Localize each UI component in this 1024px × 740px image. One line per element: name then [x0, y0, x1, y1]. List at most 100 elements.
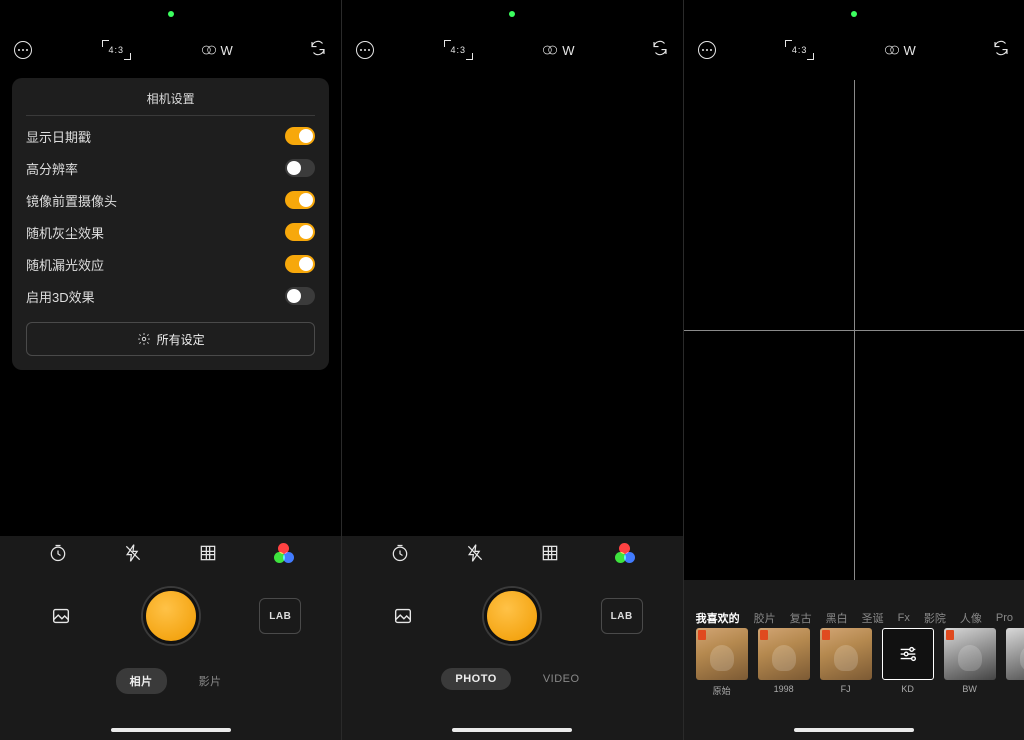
shutter-button[interactable] — [143, 588, 199, 644]
home-indicator-icon[interactable] — [111, 728, 231, 732]
lens-select-button[interactable]: W — [201, 42, 233, 58]
setting-label: 随机漏光效应 — [26, 255, 104, 274]
filter-adjust-icon — [882, 628, 934, 680]
toggle-high-res[interactable] — [285, 159, 315, 177]
secondary-toolbar — [342, 536, 682, 570]
favorite-badge-icon — [698, 630, 706, 640]
lab-button[interactable]: LAB — [601, 598, 643, 634]
setting-row-light-leak: 随机漏光效应 — [26, 248, 315, 280]
filter-thumb-icon — [1006, 628, 1024, 680]
gallery-icon — [50, 605, 72, 627]
mode-switcher[interactable]: PHOTO VIDEO — [441, 668, 583, 690]
toggle-3d[interactable] — [285, 287, 315, 305]
filter-category-tab[interactable]: 黑白 — [826, 610, 848, 626]
aspect-ratio-button[interactable]: 4:3 — [109, 45, 125, 55]
filter-category-tabs[interactable]: 我喜欢的 胶片 复古 黑白 圣诞 Fx 影院 人像 Pro — [684, 608, 1024, 628]
home-indicator-icon[interactable] — [794, 728, 914, 732]
gear-icon — [137, 332, 151, 346]
flash-button[interactable] — [123, 543, 143, 563]
filter-item-fj[interactable]: FJ — [820, 628, 872, 708]
filter-category-tab[interactable]: 胶片 — [754, 610, 776, 626]
mode-photo-tab[interactable]: 相片 — [116, 668, 167, 694]
switch-camera-button[interactable] — [992, 39, 1010, 62]
filter-category-tab[interactable]: Pro — [996, 612, 1013, 624]
filter-thumb-icon — [944, 628, 996, 680]
setting-row-dust: 随机灰尘效果 — [26, 216, 315, 248]
mode-photo-tab[interactable]: PHOTO — [441, 668, 510, 690]
lens-icon — [884, 42, 900, 58]
grid-line-icon — [684, 330, 1024, 331]
grid-button[interactable] — [198, 543, 218, 563]
filter-category-tab[interactable]: 复古 — [790, 610, 812, 626]
all-settings-button[interactable]: 所有设定 — [26, 322, 315, 356]
color-filter-button[interactable] — [274, 543, 294, 563]
filter-thumb-icon — [820, 628, 872, 680]
filter-category-tab[interactable]: 人像 — [960, 610, 982, 626]
setting-label: 高分辨率 — [26, 159, 78, 178]
secondary-toolbar — [0, 536, 341, 570]
toggle-dust[interactable] — [285, 223, 315, 241]
switch-camera-button[interactable] — [309, 39, 327, 62]
filter-category-tab[interactable]: 影院 — [924, 610, 946, 626]
lens-select-button[interactable]: W — [884, 42, 916, 58]
filter-item-bw[interactable]: BW — [944, 628, 996, 708]
camera-settings-panel: 相机设置 显示日期戳 高分辨率 镜像前置摄像头 随机灰尘效果 随机漏光效应 启用… — [12, 78, 329, 370]
more-options-button[interactable] — [14, 41, 32, 59]
filter-category-tab[interactable]: 我喜欢的 — [696, 610, 740, 626]
filter-item-original[interactable]: 原始 — [696, 628, 748, 708]
camera-active-indicator-icon — [851, 11, 857, 17]
viewfinder[interactable] — [342, 80, 682, 530]
lab-button[interactable]: LAB — [259, 598, 301, 634]
mode-video-tab[interactable]: VIDEO — [539, 668, 584, 690]
favorite-badge-icon — [760, 630, 768, 640]
timer-button[interactable] — [390, 543, 410, 563]
toggle-date-stamp[interactable] — [285, 127, 315, 145]
aspect-ratio-button[interactable]: 4:3 — [792, 45, 808, 55]
home-indicator-icon[interactable] — [452, 728, 572, 732]
switch-camera-button[interactable] — [651, 39, 669, 62]
phone-screen-filters: 4:3 W 我喜欢的 胶片 复古 黑白 圣诞 Fx 影院 人像 Pro 原始 — [683, 0, 1024, 740]
filter-item-1998[interactable]: 1998 — [758, 628, 810, 708]
filter-category-tab[interactable]: Fx — [898, 612, 910, 624]
lens-select-button[interactable]: W — [542, 42, 574, 58]
filter-strip[interactable]: 原始 1998 FJ KD BW — [684, 628, 1024, 708]
lens-label: W — [562, 43, 574, 58]
toggle-mirror-front[interactable] — [285, 191, 315, 209]
more-options-button[interactable] — [698, 41, 716, 59]
top-toolbar: 4:3 W — [342, 30, 682, 70]
top-toolbar: 4:3 W — [0, 30, 341, 70]
flash-button[interactable] — [465, 543, 485, 563]
gallery-button[interactable] — [40, 598, 82, 634]
toggle-light-leak[interactable] — [285, 255, 315, 273]
favorite-badge-icon — [946, 630, 954, 640]
filter-thumb-icon — [758, 628, 810, 680]
filter-category-tab[interactable]: 圣诞 — [862, 610, 884, 626]
favorite-badge-icon — [822, 630, 830, 640]
phone-screen-capture: 4:3 W LAB PHOTO VIDEO — [341, 0, 682, 740]
timer-button[interactable] — [48, 543, 68, 563]
camera-active-indicator-icon — [509, 11, 515, 17]
filter-item-kd[interactable]: KD — [882, 628, 934, 708]
viewfinder[interactable] — [684, 80, 1024, 580]
bottom-controls: LAB PHOTO VIDEO — [342, 570, 682, 740]
more-options-button[interactable] — [356, 41, 374, 59]
phone-screen-settings: 4:3 W 相机设置 显示日期戳 高分辨率 镜像前置摄像头 随机灰尘效果 随机漏… — [0, 0, 341, 740]
grid-button[interactable] — [540, 543, 560, 563]
all-settings-label: 所有设定 — [157, 331, 205, 348]
mode-video-tab[interactable]: 影片 — [195, 668, 226, 694]
gallery-button[interactable] — [382, 598, 424, 634]
mode-switcher[interactable]: 相片 影片 — [116, 668, 226, 694]
bottom-controls: LAB 相片 影片 — [0, 570, 341, 740]
color-filter-button[interactable] — [615, 543, 635, 563]
setting-label: 显示日期戳 — [26, 127, 91, 146]
setting-label: 镜像前置摄像头 — [26, 191, 117, 210]
aspect-ratio-button[interactable]: 4:3 — [451, 45, 467, 55]
filter-thumb-icon — [696, 628, 748, 680]
lens-icon — [201, 42, 217, 58]
lens-label: W — [904, 43, 916, 58]
shutter-button[interactable] — [484, 588, 540, 644]
setting-label: 随机灰尘效果 — [26, 223, 104, 242]
setting-row-3d: 启用3D效果 — [26, 280, 315, 312]
setting-row-high-res: 高分辨率 — [26, 152, 315, 184]
filter-item-more[interactable] — [1006, 628, 1024, 708]
